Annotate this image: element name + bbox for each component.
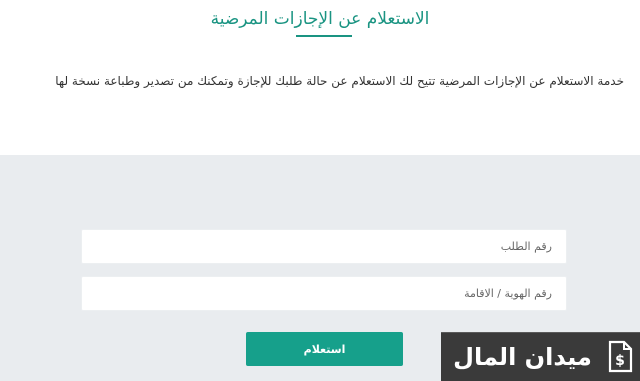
inquiry-button[interactable]: استعلام — [246, 332, 403, 366]
page-description: خدمة الاستعلام عن الإجازات المرضية تتيح … — [55, 74, 624, 88]
svg-text:$: $ — [615, 353, 625, 369]
page: الاستعلام عن الإجازات المرضية خدمة الاست… — [0, 0, 640, 381]
id-number-input[interactable] — [81, 276, 567, 311]
title-underline — [296, 35, 352, 37]
header-section: الاستعلام عن الإجازات المرضية خدمة الاست… — [0, 0, 640, 155]
watermark-text: ميدان المال — [453, 343, 592, 371]
request-number-input[interactable] — [81, 229, 567, 264]
page-title: الاستعلام عن الإجازات المرضية — [210, 9, 430, 29]
watermark: ميدان المال $ — [441, 332, 640, 381]
money-doc-icon: $ — [600, 333, 640, 381]
